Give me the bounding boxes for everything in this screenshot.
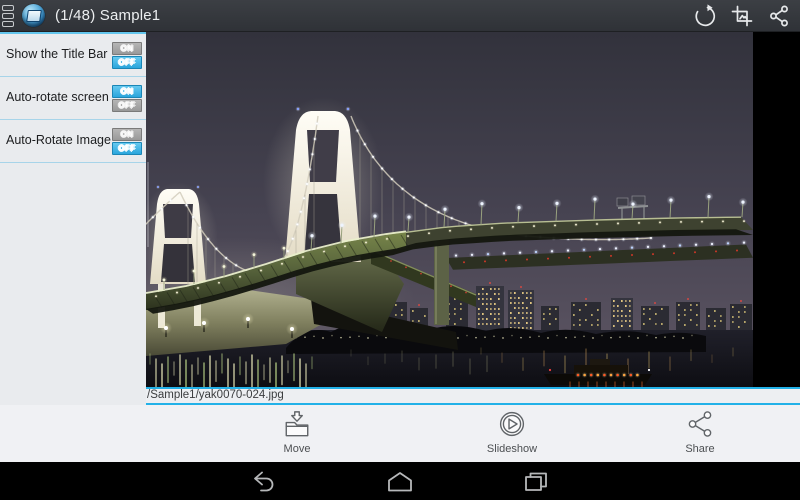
app-screen: (1/48) Sample1 Show the Title Bar ON OFF bbox=[0, 0, 800, 500]
toggle-off-button[interactable]: OFF bbox=[112, 55, 142, 69]
share-label: Share bbox=[685, 443, 715, 455]
setting-label-show-title-bar: Show the Title Bar bbox=[6, 47, 108, 62]
home-button[interactable] bbox=[385, 469, 415, 495]
drawer-handle-icon[interactable] bbox=[2, 3, 17, 29]
app-icon[interactable] bbox=[22, 4, 45, 27]
auto-rotate-screen-toggle[interactable]: ON OFF bbox=[112, 84, 142, 112]
move-button[interactable]: Move bbox=[255, 410, 339, 455]
system-nav-bar bbox=[0, 462, 800, 500]
action-bar: (1/48) Sample1 bbox=[0, 0, 800, 32]
settings-panel: Show the Title Bar ON OFF Auto-rotate sc… bbox=[0, 32, 146, 462]
toggle-on-button[interactable]: ON bbox=[112, 41, 142, 55]
slideshow-label: Slideshow bbox=[486, 443, 538, 455]
auto-rotate-image-toggle[interactable]: ON OFF bbox=[112, 127, 142, 155]
setting-label-auto-rotate-screen: Auto-rotate screen bbox=[6, 90, 109, 105]
back-button[interactable] bbox=[250, 469, 280, 495]
move-folder-icon bbox=[285, 411, 309, 437]
page-title: (1/48) Sample1 bbox=[55, 7, 161, 24]
setting-row-auto-rotate-image: Auto-Rotate Image ON OFF bbox=[0, 120, 146, 163]
slideshow-play-icon bbox=[499, 411, 525, 437]
crop-icon[interactable] bbox=[730, 4, 754, 28]
filename-bar: /Sample1/yak0070-024.jpg bbox=[146, 387, 800, 405]
recents-button[interactable] bbox=[521, 469, 551, 495]
share-icon[interactable] bbox=[767, 4, 791, 28]
photo-viewer[interactable] bbox=[146, 32, 800, 387]
toggle-on-button[interactable]: ON bbox=[112, 127, 142, 141]
photo-image[interactable] bbox=[146, 32, 753, 387]
recents-icon bbox=[525, 472, 547, 491]
setting-label-auto-rotate-image: Auto-Rotate Image bbox=[6, 133, 111, 148]
rotate-icon[interactable] bbox=[693, 3, 717, 28]
setting-row-show-title-bar: Show the Title Bar ON OFF bbox=[0, 34, 146, 77]
title-bar-toggle[interactable]: ON OFF bbox=[112, 41, 142, 69]
move-label: Move bbox=[283, 443, 311, 455]
share-dots-icon bbox=[688, 411, 712, 437]
setting-row-auto-rotate-screen: Auto-rotate screen ON OFF bbox=[0, 77, 146, 120]
home-icon bbox=[388, 472, 412, 492]
toggle-on-button[interactable]: ON bbox=[112, 84, 142, 98]
share-button[interactable]: Share bbox=[658, 410, 742, 455]
slideshow-button[interactable]: Slideshow bbox=[470, 410, 554, 455]
toggle-off-button[interactable]: OFF bbox=[112, 98, 142, 112]
bottom-toolbar: Move Slideshow Share bbox=[0, 405, 800, 462]
toggle-off-button[interactable]: OFF bbox=[112, 141, 142, 155]
back-icon bbox=[254, 471, 274, 492]
action-bar-actions bbox=[693, 3, 800, 28]
